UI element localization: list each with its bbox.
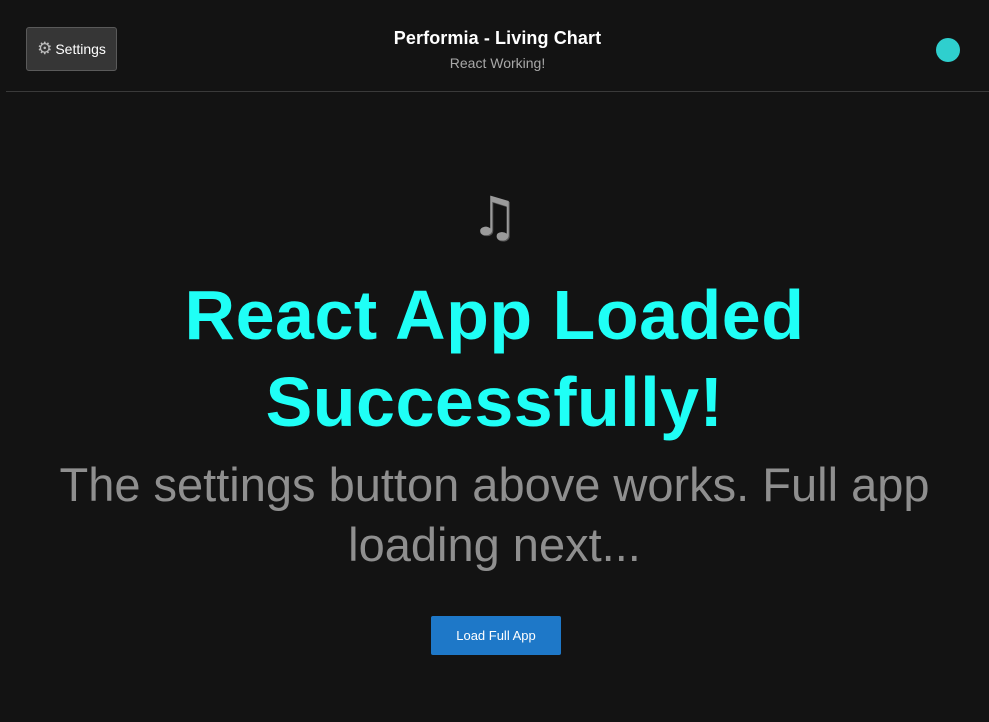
hero-heading: React App Loaded Successfully! bbox=[184, 276, 805, 441]
app-header: ⚙ Settings Performia - Living Chart Reac… bbox=[6, 0, 989, 92]
app-title: Performia - Living Chart bbox=[393, 28, 602, 48]
load-full-app-button[interactable]: Load Full App bbox=[431, 616, 561, 655]
hero-description: The settings button above works. Full ap… bbox=[59, 458, 930, 571]
status-indicator bbox=[936, 38, 960, 62]
music-notes-icon: ♫ bbox=[470, 185, 519, 248]
header-title-group: Performia - Living Chart React Working! bbox=[6, 28, 989, 71]
app-subtitle: React Working! bbox=[449, 55, 546, 71]
